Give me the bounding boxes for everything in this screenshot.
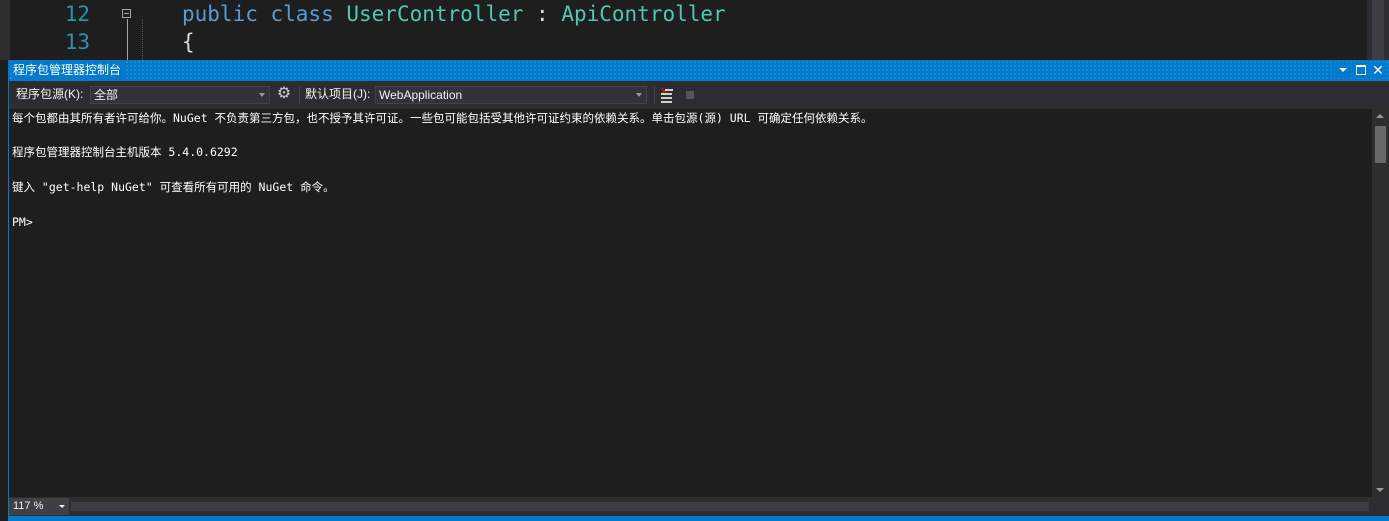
editor-scrollbar[interactable] — [1367, 0, 1389, 60]
console-line: 每个包都由其所有者许可给你。NuGet 不负责第三方包，也不授予其许可证。一些包… — [12, 111, 873, 125]
console-toolbar: 程序包源(K): 全部 ⚙ 默认项目(J): WebApplication ✕ — [9, 81, 1389, 109]
editor-line[interactable]: 13 { — [0, 28, 1360, 56]
close-icon[interactable]: ✕ — [1370, 62, 1386, 78]
collapse-icon[interactable] — [122, 9, 131, 18]
maximize-icon[interactable] — [1353, 62, 1369, 78]
console-statusbar: 117 % — [9, 497, 1389, 516]
console-line: 程序包管理器控制台主机版本 5.4.0.6292 — [12, 145, 238, 159]
code-text[interactable]: { — [182, 28, 195, 56]
editor-scrollbar-thumb[interactable] — [1372, 0, 1384, 60]
zoom-value: 117 % — [13, 500, 44, 512]
code-class-name: UserController — [346, 2, 524, 26]
code-keyword: public class — [182, 2, 334, 26]
line-number: 12 — [64, 2, 90, 26]
tool-window-bottom-border — [9, 516, 1389, 521]
scrollbar-thumb[interactable] — [1375, 126, 1386, 163]
package-manager-console: 程序包管理器控制台 ✕ 程序包源(K): 全部 ⚙ 默认项目(J): WebAp… — [8, 60, 1389, 521]
console-output[interactable]: 每个包都由其所有者许可给你。NuGet 不负责第三方包，也不授予其许可证。一些包… — [9, 109, 1372, 497]
console-vertical-scrollbar[interactable] — [1372, 109, 1389, 497]
scroll-up-icon[interactable] — [1376, 114, 1384, 118]
code-editor[interactable]: 12 public class UserController : ApiCont… — [0, 0, 1389, 60]
line-number: 13 — [64, 30, 90, 54]
gear-icon[interactable]: ⚙ — [276, 86, 292, 102]
default-project-value: WebApplication — [379, 88, 463, 102]
package-source-value: 全部 — [94, 88, 119, 102]
window-position-dropdown-icon[interactable] — [1335, 62, 1351, 78]
console-horizontal-scrollbar[interactable] — [69, 498, 1373, 515]
tool-window-title: 程序包管理器控制台 — [13, 60, 126, 81]
package-source-dropdown[interactable]: 全部 — [90, 86, 270, 104]
toolbar-separator — [654, 86, 655, 104]
code-text[interactable]: public class UserController : ApiControl… — [182, 0, 726, 28]
package-source-label: 程序包源(K): — [16, 87, 84, 101]
default-project-dropdown[interactable]: WebApplication — [375, 86, 647, 104]
console-line: 键入 "get-help NuGet" 可查看所有可用的 NuGet 命令。 — [12, 180, 335, 194]
stop-icon[interactable] — [686, 91, 694, 99]
zoom-dropdown[interactable]: 117 % — [9, 498, 69, 515]
default-project-label: 默认项目(J): — [305, 87, 371, 101]
code-separator: : — [523, 2, 562, 26]
chevron-down-icon — [59, 505, 65, 508]
code-base-class: ApiController — [561, 2, 726, 26]
clear-console-icon[interactable]: ✕ — [660, 87, 676, 103]
toolbar-separator — [299, 86, 300, 104]
editor-line[interactable]: 12 public class UserController : ApiCont… — [0, 0, 1360, 28]
chevron-down-icon — [259, 93, 265, 97]
scrollbar-thumb[interactable] — [71, 502, 1369, 511]
console-prompt[interactable]: PM> — [12, 215, 33, 229]
scroll-down-icon[interactable] — [1376, 488, 1384, 492]
chevron-down-icon — [636, 93, 642, 97]
tool-window-titlebar[interactable]: 程序包管理器控制台 ✕ — [9, 60, 1389, 81]
